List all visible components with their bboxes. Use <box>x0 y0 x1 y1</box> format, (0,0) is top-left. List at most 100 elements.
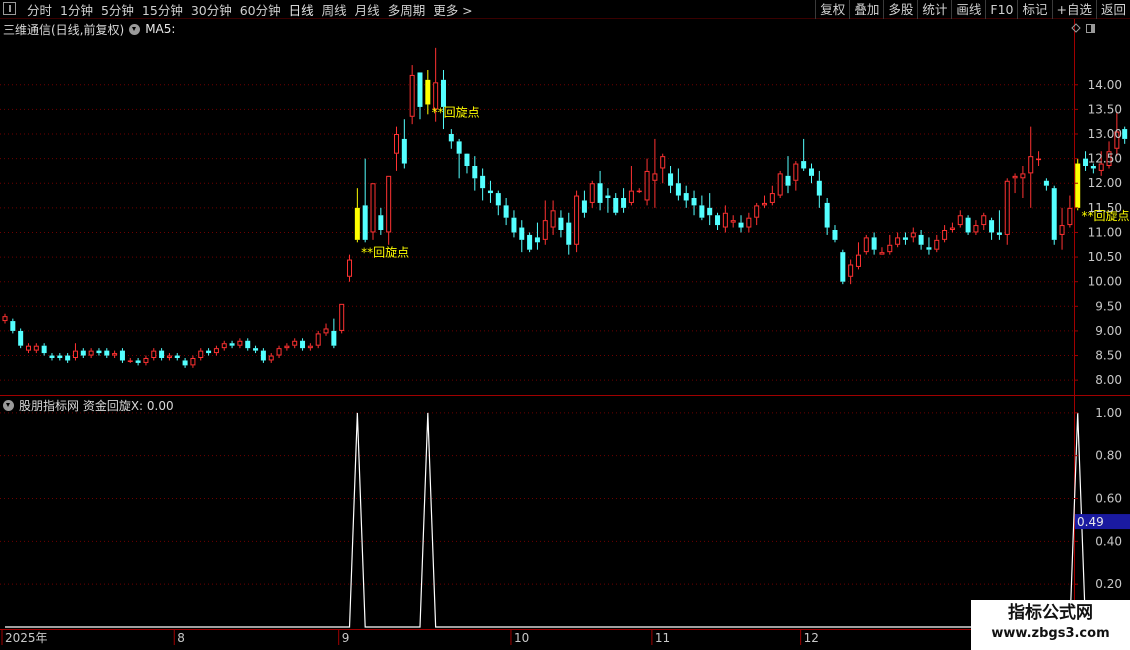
indicator-series <box>5 412 1130 628</box>
candle-body <box>550 210 556 228</box>
y-tick-label: 12.50 <box>1088 152 1122 166</box>
candle-body <box>762 202 768 206</box>
candle-body <box>738 222 744 228</box>
candle-body <box>910 232 916 238</box>
candle-body <box>1020 173 1026 179</box>
candle-body <box>41 345 47 354</box>
candle-body <box>127 360 133 362</box>
candle-body <box>221 343 227 349</box>
indicator-line <box>5 412 1130 628</box>
candle-body <box>464 153 470 166</box>
main-info-line: 三维通信(日线,前复权) MA5: <box>3 21 175 37</box>
candle-body <box>981 215 987 226</box>
candle-body <box>276 348 282 356</box>
y-tick-label: 13.00 <box>1088 127 1122 141</box>
candle-body <box>135 360 141 363</box>
candle-body <box>229 343 235 346</box>
indicator-dropdown-icon[interactable] <box>3 399 14 411</box>
candle-body <box>895 237 901 245</box>
candle-body <box>18 330 24 346</box>
candle-body <box>448 134 454 142</box>
candle-body <box>1004 180 1010 235</box>
candle-body <box>1075 163 1081 208</box>
candle-body <box>370 183 376 233</box>
y-tick-label: 14.00 <box>1088 78 1122 92</box>
candle-body <box>777 173 783 196</box>
indicator-y-axis: 1.00 0.80 0.60 0.40 0.20 0.49 <box>1074 406 1130 591</box>
candle-body <box>25 345 31 351</box>
y-tick-label: 10.50 <box>1088 250 1122 264</box>
y-tick-label: 13.50 <box>1088 102 1122 116</box>
candle-body <box>918 234 924 245</box>
indicator-y-tick-label: 0.80 <box>1095 449 1122 463</box>
candle-body <box>848 264 854 277</box>
candle-body <box>832 230 838 240</box>
candle-body <box>174 355 180 358</box>
candle-body <box>574 195 580 245</box>
candle-body <box>472 166 478 179</box>
x-tick-label: 12 <box>804 631 819 645</box>
candle-body <box>934 239 940 250</box>
candle-body <box>409 74 415 117</box>
candle-body <box>887 244 893 253</box>
dropdown-circle-icon[interactable] <box>129 23 141 35</box>
candle-body <box>581 200 587 213</box>
candle-body <box>957 215 963 226</box>
candle-body <box>417 72 423 107</box>
candle-body <box>65 355 71 361</box>
candle-body <box>96 350 102 354</box>
candle-body <box>386 175 392 233</box>
candle-body <box>652 173 658 181</box>
x-tick-label: 9 <box>342 631 350 645</box>
layout-toggle-fill <box>1091 25 1094 32</box>
candle-body <box>746 217 752 228</box>
candle-body <box>331 330 337 346</box>
chart-grid <box>0 84 1074 585</box>
candle-body <box>511 217 517 233</box>
candle-body <box>644 170 650 201</box>
candle-body <box>104 350 110 356</box>
candle-body <box>973 225 979 233</box>
y-tick-label: 12.00 <box>1088 176 1122 190</box>
candle-body <box>237 340 243 346</box>
indicator-y-tick-label: 0.60 <box>1095 492 1122 506</box>
candle-body <box>495 193 501 206</box>
candle-body <box>440 79 446 107</box>
candle-body <box>668 173 674 186</box>
candle-body <box>268 355 274 361</box>
candle-body <box>597 183 603 203</box>
candle-body <box>213 348 219 354</box>
y-tick-label: 11.00 <box>1088 225 1122 239</box>
candle-body <box>621 198 627 208</box>
y-tick-label: 8.00 <box>1095 373 1122 387</box>
chart-frame <box>0 19 1130 650</box>
kline-chart[interactable]: **回旋点**回旋点**回旋点 14.00 13.50 13.00 12.50 12.0… <box>0 0 1130 650</box>
site-watermark: 指标公式网 www.zbgs3.com <box>971 600 1130 650</box>
candle-body <box>159 350 165 358</box>
candle-body <box>401 138 407 164</box>
indicator-y-tick-label: 0.20 <box>1095 577 1122 591</box>
candle-body <box>636 190 642 193</box>
candle-body <box>49 355 55 358</box>
candle-body <box>284 345 290 349</box>
candle-body <box>1036 158 1042 161</box>
y-tick-label: 8.50 <box>1095 349 1122 363</box>
watermark-url: www.zbgs3.com <box>991 626 1110 641</box>
candle-body <box>33 345 39 351</box>
candle-body <box>503 205 509 218</box>
candle-body <box>566 222 572 245</box>
candle-body <box>824 202 830 228</box>
indicator-title: 股朋指标网 资金回旋X: 0.00 <box>19 398 174 413</box>
indicator-info-line: 股朋指标网 资金回旋X: 0.00 <box>3 397 174 413</box>
candle-body <box>949 227 955 231</box>
candle-body <box>456 141 462 154</box>
candle-body <box>675 183 681 196</box>
candle-body <box>354 207 360 240</box>
signal-label: **回旋点 <box>361 245 409 259</box>
candle-body <box>307 345 313 349</box>
candle-body <box>1043 180 1049 186</box>
candle-body <box>660 156 666 169</box>
signal-markers: **回旋点**回旋点**回旋点 <box>361 105 1129 259</box>
x-tick-label: 2025年 <box>5 631 48 645</box>
candle-body <box>80 350 86 356</box>
